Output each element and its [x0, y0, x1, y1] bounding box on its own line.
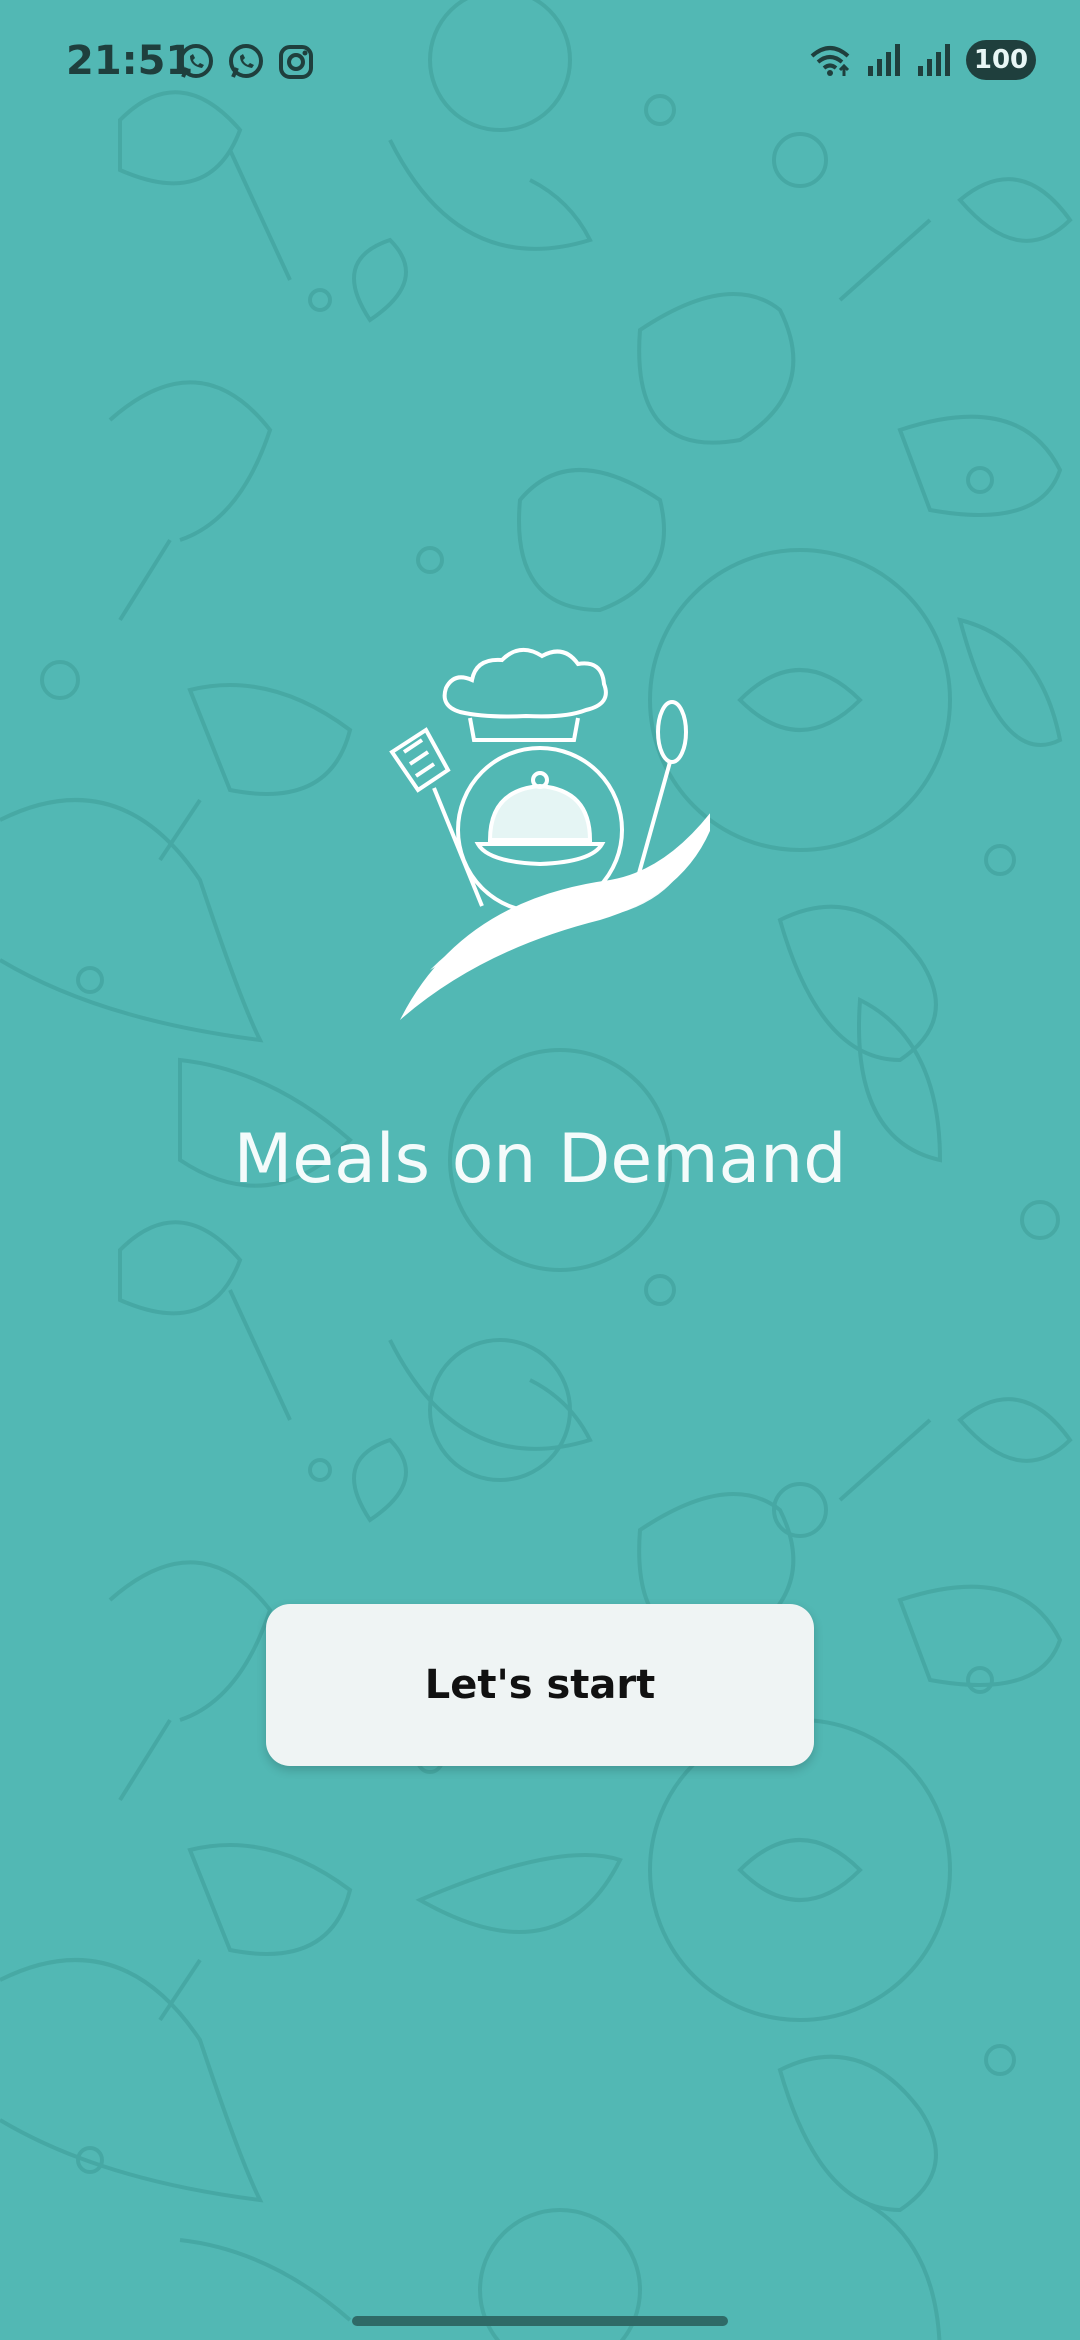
- home-indicator[interactable]: [352, 2316, 728, 2326]
- signal-icon: [918, 44, 950, 76]
- system-status-icons: 100: [808, 40, 1036, 80]
- app-logo: [389, 648, 710, 1020]
- status-time: 21:51: [66, 38, 194, 84]
- lets-start-button[interactable]: Let's start: [266, 1604, 814, 1766]
- battery-indicator: 100: [966, 40, 1036, 80]
- whatsapp-icon: [179, 44, 213, 78]
- status-bar: 21:51 100: [0, 0, 1080, 124]
- notification-icons: [176, 42, 316, 82]
- wifi-icon: [810, 46, 850, 76]
- app-title: Meals on Demand: [233, 1120, 847, 1199]
- whatsapp-icon: [229, 44, 263, 78]
- instagram-icon: [279, 45, 313, 79]
- signal-icon: [868, 44, 900, 76]
